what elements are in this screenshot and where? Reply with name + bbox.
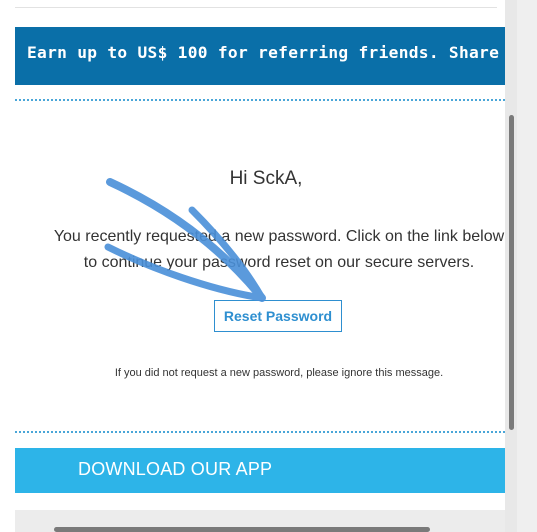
dotted-divider-top bbox=[15, 99, 505, 101]
referral-banner-text: Earn up to US$ 100 for referring friends… bbox=[27, 43, 505, 62]
top-divider bbox=[15, 0, 497, 8]
greeting-text: Hi SckA, bbox=[229, 168, 303, 189]
vertical-scrollbar-thumb[interactable] bbox=[509, 115, 514, 430]
ignore-message-note: If you did not request a new password, p… bbox=[114, 367, 444, 379]
referral-banner[interactable]: Earn up to US$ 100 for referring friends… bbox=[15, 27, 505, 85]
email-body-line-1: You recently requested a new password. C… bbox=[53, 228, 505, 245]
vertical-scrollbar[interactable] bbox=[505, 0, 517, 532]
page-gutter bbox=[517, 0, 537, 532]
email-page: Earn up to US$ 100 for referring friends… bbox=[0, 0, 505, 532]
dotted-divider-bottom bbox=[15, 431, 505, 433]
reset-password-button[interactable]: Reset Password bbox=[214, 300, 342, 332]
email-body-line-2: to continue your password reset on our s… bbox=[83, 254, 475, 271]
download-app-label: DOWNLOAD OUR APP bbox=[78, 459, 273, 479]
horizontal-scrollbar-thumb[interactable] bbox=[54, 527, 430, 532]
email-body: You recently requested a new password. C… bbox=[0, 224, 505, 276]
download-app-bar[interactable]: DOWNLOAD OUR APP bbox=[15, 448, 505, 493]
